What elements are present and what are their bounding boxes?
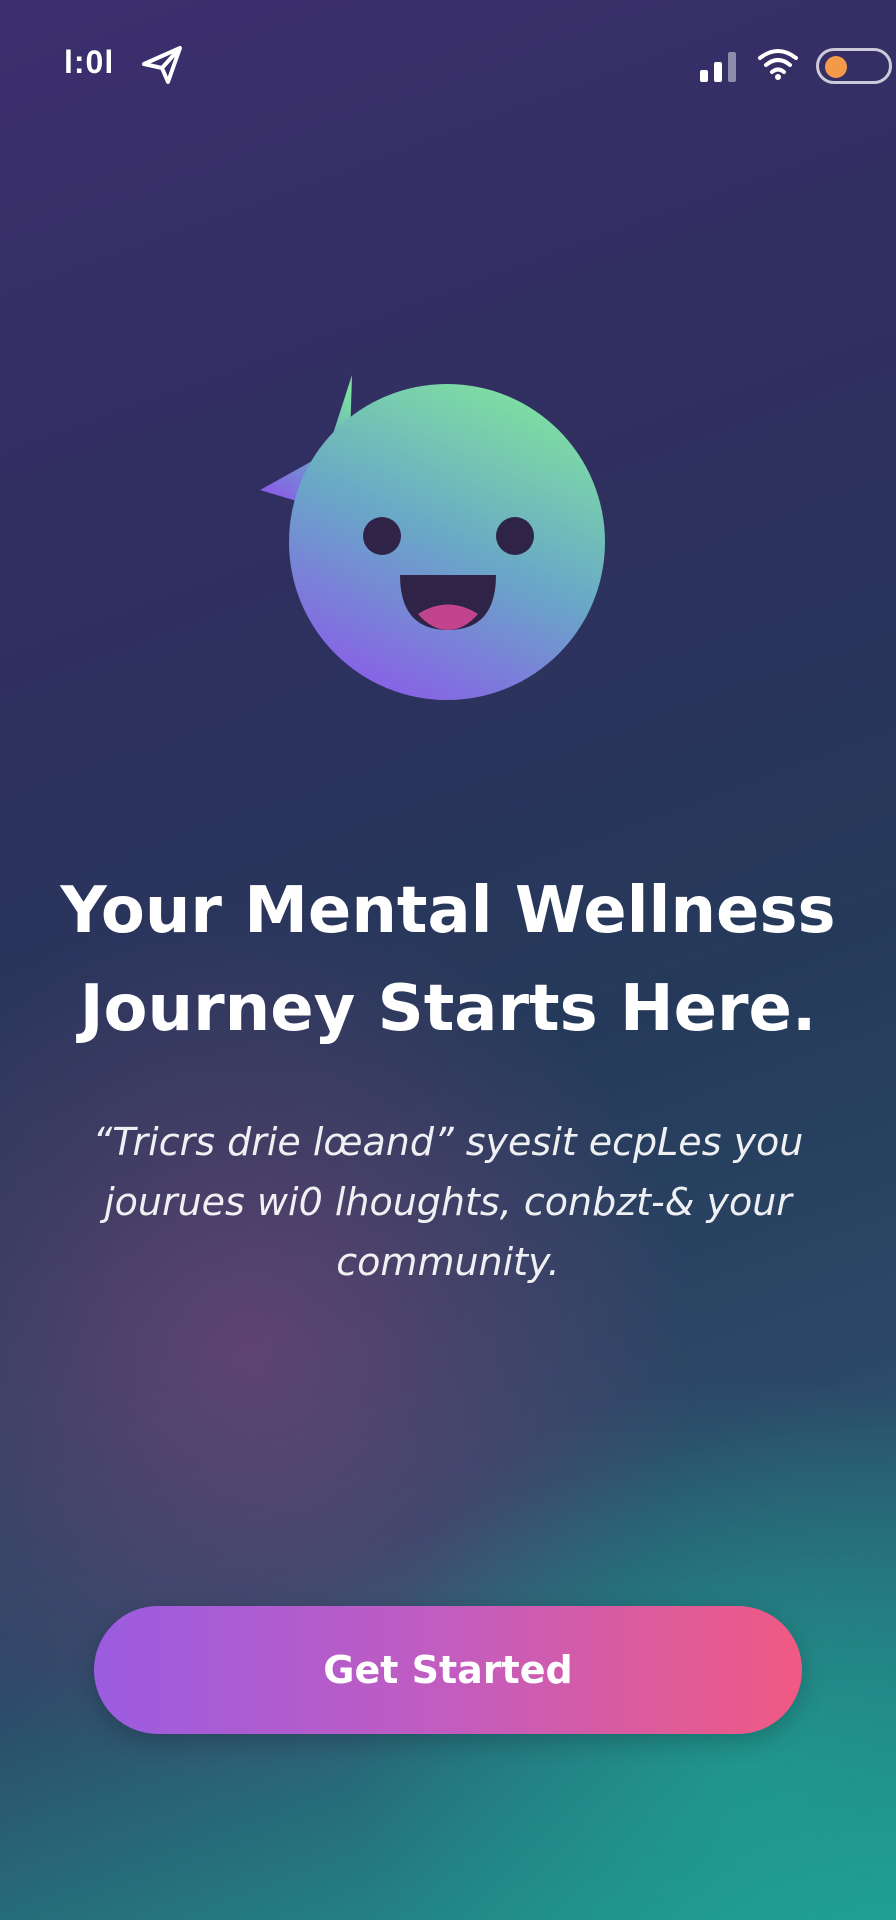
signal-icon — [700, 52, 736, 82]
status-bar: l:0l — [0, 38, 896, 88]
send-icon — [142, 46, 182, 84]
subtitle-text: “Tricrs drie lœand” syesit ecpLes you jo… — [92, 1120, 804, 1284]
smiling-chat-bubble-icon — [260, 375, 605, 700]
page-title: Your Mental Wellness Journey Starts Here… — [60, 874, 836, 1046]
wifi-icon — [758, 49, 798, 80]
status-time: l:0l — [64, 44, 115, 80]
toggle-knob — [825, 56, 847, 78]
get-started-button[interactable]: Get Started — [94, 1606, 802, 1734]
onboarding-screen: l:0l Your Mental Wellness Journey Starts… — [0, 0, 896, 1920]
toggle-switch[interactable] — [816, 48, 892, 84]
